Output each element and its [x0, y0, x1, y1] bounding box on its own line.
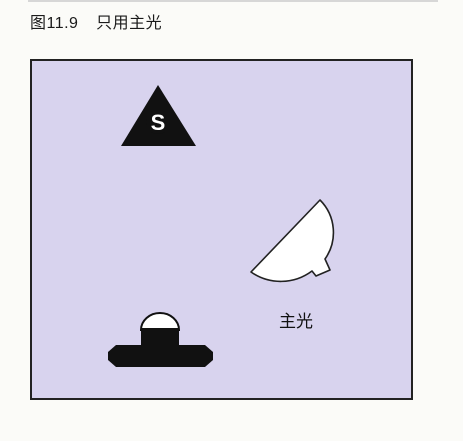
lighting-diagram: S 主光 — [30, 59, 413, 400]
figure-page: 图11.9 只用主光 S 主光 — [0, 0, 463, 441]
camera-top — [141, 328, 179, 346]
subject-label: S — [151, 110, 166, 135]
camera-body — [108, 345, 213, 367]
stage-area — [30, 59, 413, 400]
key-light-label: 主光 — [279, 312, 313, 332]
